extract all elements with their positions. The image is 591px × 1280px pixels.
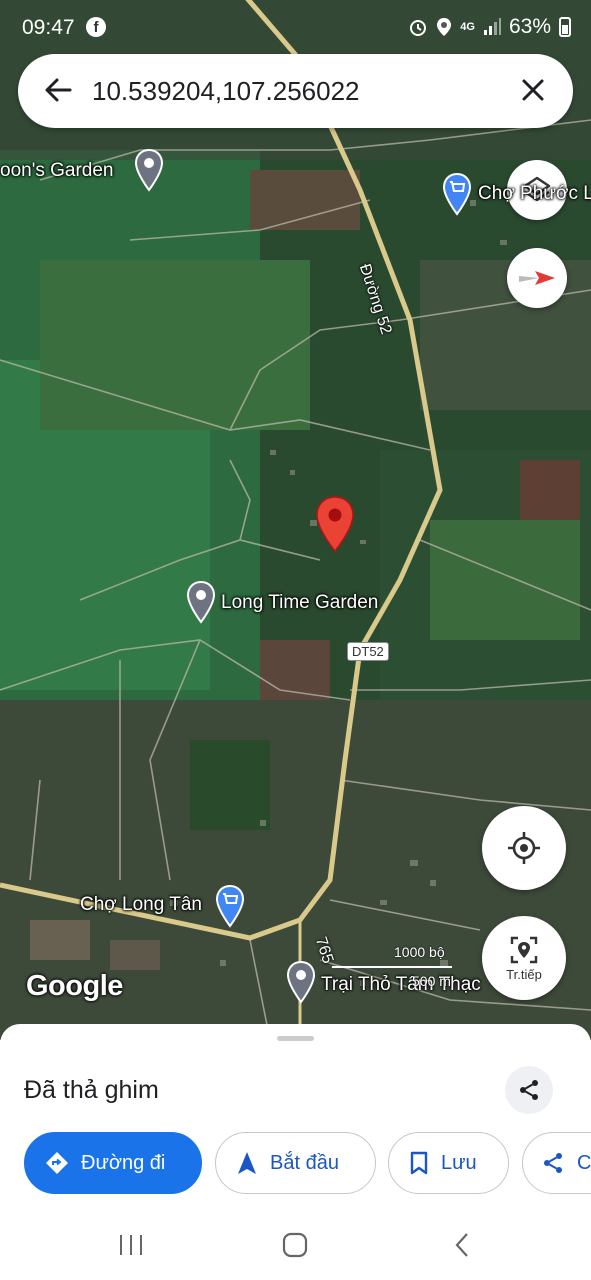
status-bar: 09:47 f 4G 63% — [0, 0, 591, 56]
battery-percent: 63% — [508, 15, 551, 38]
share-button[interactable] — [505, 1066, 553, 1114]
place-pin-icon[interactable] — [286, 960, 316, 1004]
action-chips: Đường đi Bắt đầu Lưu C — [24, 1132, 591, 1196]
sheet-title: Đã thả ghim — [24, 1076, 159, 1104]
directions-icon — [46, 1152, 68, 1174]
scale-line — [332, 966, 452, 968]
crosshair-icon — [508, 832, 540, 864]
save-button[interactable]: Lưu — [388, 1132, 509, 1194]
search-query[interactable]: 10.539204,107.256022 — [92, 76, 360, 107]
satellite-map[interactable]: 09:47 f 4G 63% 10.539204,107.256022 oon'… — [0, 0, 591, 1040]
place-label[interactable]: Long Time Garden — [221, 592, 378, 614]
search-bar[interactable]: 10.539204,107.256022 — [18, 54, 573, 128]
back-nav-icon[interactable] — [450, 1232, 476, 1258]
signal-icon — [483, 18, 501, 35]
directions-label: Đường đi — [81, 1151, 166, 1174]
battery-icon — [559, 17, 571, 37]
place-pin-icon[interactable] — [134, 148, 164, 192]
place-pin-icon[interactable] — [186, 580, 216, 624]
navigation-arrow-icon — [238, 1152, 256, 1174]
road-shield: DT52 — [347, 642, 389, 661]
shopping-pin-icon[interactable] — [442, 172, 472, 216]
place-label[interactable]: oon's Garden — [0, 160, 113, 182]
sheet-grabber[interactable] — [277, 1036, 314, 1041]
live-view-button[interactable]: Tr.tiếp — [482, 916, 566, 1000]
start-button[interactable]: Bắt đầu — [215, 1132, 376, 1194]
compass-icon — [519, 271, 555, 285]
scale-imperial: 1000 bộ — [394, 944, 445, 960]
place-label[interactable]: Trại Thỏ Tâm Thạc — [321, 974, 481, 996]
system-nav-bar — [0, 1210, 591, 1280]
compass-button[interactable] — [507, 248, 567, 308]
place-label[interactable]: Chợ Long Tân — [80, 894, 202, 916]
share-chip-label: C — [577, 1151, 591, 1174]
status-time: 09:47 — [22, 16, 75, 39]
share-icon — [544, 1153, 562, 1173]
scale-metric: 500 m — [412, 973, 451, 989]
facebook-notification-icon: f — [86, 17, 106, 37]
shopping-pin-icon[interactable] — [215, 884, 245, 928]
google-logo: Google — [26, 970, 123, 1002]
share-icon — [520, 1080, 538, 1100]
place-label[interactable]: Chợ Phước L — [478, 183, 591, 205]
share-chip[interactable]: C — [522, 1132, 591, 1194]
save-label: Lưu — [441, 1151, 477, 1174]
home-icon[interactable] — [282, 1232, 308, 1258]
start-label: Bắt đầu — [270, 1151, 339, 1174]
status-icons: 4G 63% — [408, 15, 571, 39]
bookmark-icon — [410, 1151, 428, 1175]
network-type: 4G — [460, 21, 475, 33]
alarm-icon — [410, 20, 427, 36]
back-arrow-icon[interactable] — [40, 72, 76, 108]
my-location-button[interactable] — [482, 806, 566, 890]
close-icon[interactable] — [515, 72, 551, 108]
directions-button[interactable]: Đường đi — [24, 1132, 202, 1194]
dropped-pin-icon[interactable] — [314, 495, 356, 553]
live-view-icon — [510, 936, 538, 963]
live-view-label: Tr.tiếp — [506, 966, 542, 982]
location-icon — [437, 18, 452, 36]
recent-apps-icon[interactable] — [118, 1232, 144, 1258]
